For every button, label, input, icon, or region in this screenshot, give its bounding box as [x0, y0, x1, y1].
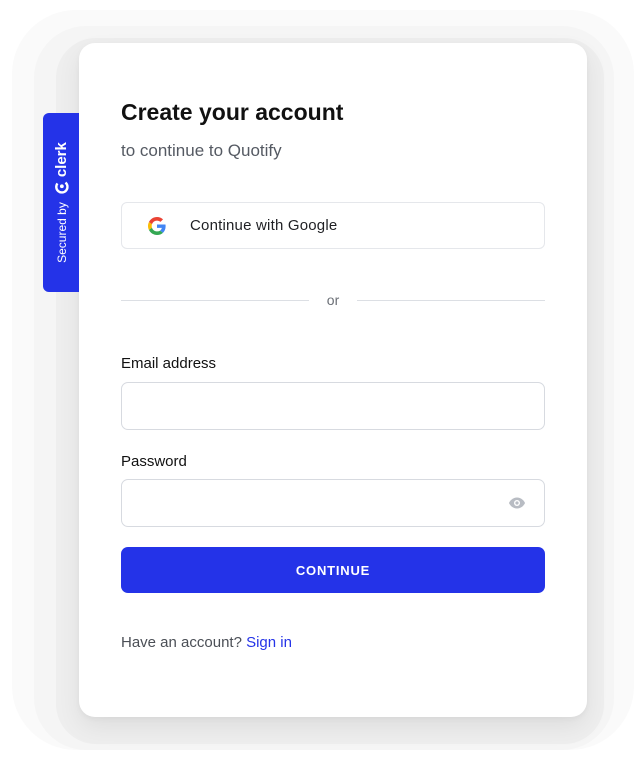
email-label: Email address [121, 355, 217, 372]
clerk-brand-text: clerk [52, 142, 70, 178]
google-button-label: Continue with Google [190, 217, 338, 234]
secured-by-clerk-badge[interactable]: Secured by clerk [43, 113, 79, 292]
continue-with-google-button[interactable]: Continue with Google [121, 202, 545, 249]
email-field[interactable] [122, 383, 544, 429]
divider-line [357, 299, 546, 301]
password-label: Password [121, 453, 187, 470]
eye-icon[interactable] [508, 496, 526, 510]
email-field-wrapper [121, 382, 545, 430]
page-subtitle: to continue to Quotify [121, 141, 282, 160]
continue-button[interactable]: CONTINUE [121, 547, 545, 593]
sign-in-link[interactable]: Sign in [246, 634, 292, 651]
password-field-wrapper [121, 479, 545, 527]
clerk-logo-icon [54, 180, 68, 194]
password-field[interactable] [122, 480, 544, 526]
page: Secured by clerk Create your account to … [0, 0, 640, 774]
page-title: Create your account [121, 99, 344, 125]
have-account-text: Have an account? [121, 634, 242, 651]
secured-by-label: Secured by [54, 202, 68, 263]
google-icon [148, 216, 166, 235]
or-divider: or [121, 289, 546, 311]
divider-text: or [326, 292, 340, 308]
divider-line [121, 299, 309, 301]
signin-prompt: Have an account? Sign in [121, 634, 292, 651]
clerk-brand: clerk [53, 142, 70, 194]
